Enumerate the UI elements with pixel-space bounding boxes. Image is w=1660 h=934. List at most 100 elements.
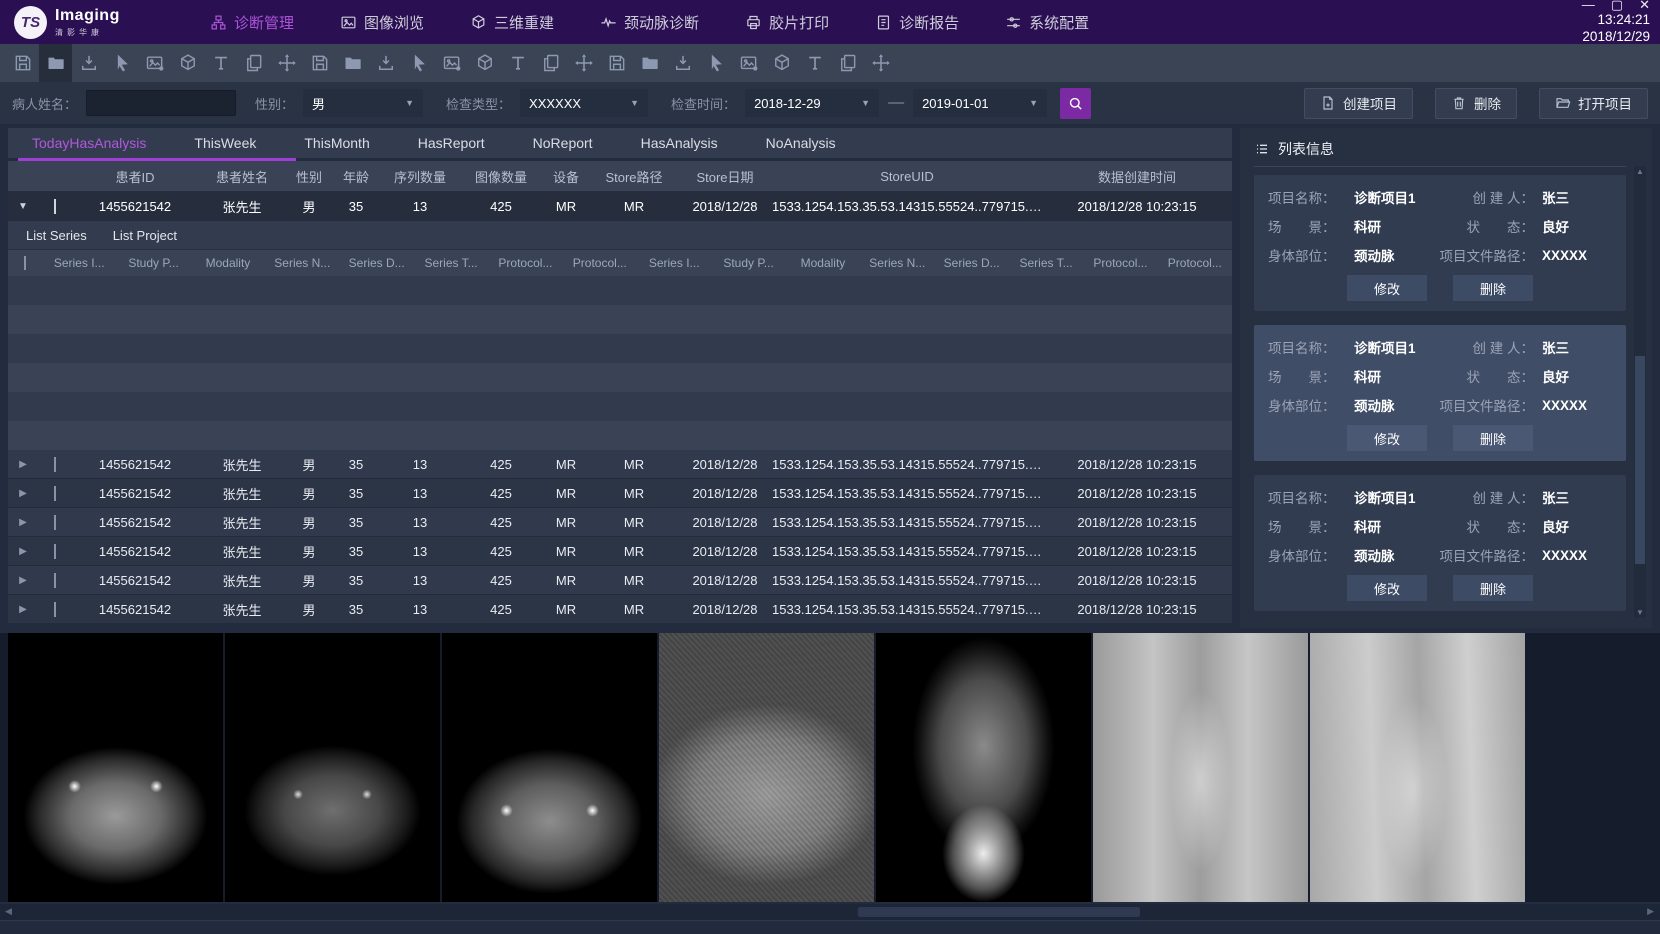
search-button[interactable]: [1060, 88, 1091, 119]
gender-select[interactable]: 男 ▼: [303, 89, 423, 117]
panel-scrollbar[interactable]: ▲ ▼: [1634, 166, 1646, 618]
cube-3d-icon[interactable]: [765, 44, 798, 82]
cursor-icon[interactable]: [699, 44, 732, 82]
mri-thumbnail[interactable]: [876, 633, 1091, 902]
expand-arrow-icon[interactable]: ▶: [8, 459, 38, 470]
project-card[interactable]: 项目名称： 诊断项目1 创 建 人： 张三 场 景： 科研 状 态： 良好 身体…: [1254, 475, 1626, 611]
delete-button[interactable]: 删除: [1453, 425, 1533, 451]
tab-no-analysis[interactable]: NoAnalysis: [742, 135, 860, 151]
menu-item-diagnosis-report[interactable]: 诊断报告: [875, 12, 959, 33]
row-checkbox[interactable]: [54, 515, 56, 530]
move-icon[interactable]: [567, 44, 600, 82]
cube-3d-icon[interactable]: [468, 44, 501, 82]
project-card[interactable]: 项目名称： 诊断项目1 创 建 人： 张三 场 景： 科研 状 态： 良好 身体…: [1254, 325, 1626, 461]
row-checkbox[interactable]: [54, 199, 56, 214]
delete-button[interactable]: 删除: [1453, 575, 1533, 601]
scroll-right-icon[interactable]: ▶: [1647, 906, 1654, 917]
cursor-icon[interactable]: [402, 44, 435, 82]
expand-arrow-icon[interactable]: ▶: [8, 517, 38, 528]
tab-no-report[interactable]: NoReport: [509, 135, 617, 151]
mri-thumbnail[interactable]: [442, 633, 657, 902]
copy-doc-icon[interactable]: [534, 44, 567, 82]
save-icon[interactable]: [303, 44, 336, 82]
menu-item-carotid-diagnosis[interactable]: 颈动脉诊断: [600, 12, 699, 33]
maximize-button[interactable]: ▢: [1611, 0, 1623, 11]
scroll-left-icon[interactable]: ◀: [5, 906, 12, 917]
menu-item-system-config[interactable]: 系统配置: [1005, 12, 1089, 33]
import-icon[interactable]: [666, 44, 699, 82]
horizontal-scrollbar[interactable]: ◀ ▶: [0, 904, 1660, 920]
table-row[interactable]: ▶ 1455621542 张先生 男 35 13 425 MR MR 2018/…: [8, 450, 1232, 479]
image-annotate-icon[interactable]: [435, 44, 468, 82]
tab-today-has-analysis[interactable]: TodayHasAnalysis: [8, 135, 170, 151]
save-icon[interactable]: [600, 44, 633, 82]
table-row[interactable]: ▶ 1455621542 张先生 男 35 13 425 MR MR 2018/…: [8, 566, 1232, 595]
scroll-down-icon[interactable]: ▼: [1634, 608, 1646, 617]
scroll-up-icon[interactable]: ▲: [1634, 167, 1646, 176]
study-row-expanded[interactable]: ▼ 1455621542 张先生 男 35 13 425 MR MR 2018/…: [8, 191, 1232, 221]
date-from-select[interactable]: 2018-12-29 ▼: [745, 89, 879, 117]
exam-type-select[interactable]: XXXXXX ▼: [520, 89, 648, 117]
menu-item-film-print[interactable]: 胶片打印: [745, 12, 829, 33]
delete-button[interactable]: 删除: [1435, 88, 1517, 119]
collapse-arrow-icon[interactable]: ▼: [8, 201, 38, 212]
copy-doc-icon[interactable]: [831, 44, 864, 82]
mri-thumbnail[interactable]: [659, 633, 874, 902]
move-icon[interactable]: [270, 44, 303, 82]
select-all-checkbox[interactable]: [24, 256, 26, 270]
modify-button[interactable]: 修改: [1347, 575, 1427, 601]
create-project-button[interactable]: 创建项目: [1304, 88, 1413, 119]
tab-has-analysis[interactable]: HasAnalysis: [617, 135, 742, 151]
mri-thumbnail[interactable]: [1310, 633, 1525, 902]
open-folder-icon[interactable]: [336, 44, 369, 82]
text-icon[interactable]: [204, 44, 237, 82]
delete-button[interactable]: 删除: [1453, 275, 1533, 301]
image-annotate-icon[interactable]: [732, 44, 765, 82]
tab-this-month[interactable]: ThisMonth: [280, 135, 393, 151]
tab-has-report[interactable]: HasReport: [394, 135, 509, 151]
import-icon[interactable]: [369, 44, 402, 82]
minimize-button[interactable]: —: [1582, 0, 1595, 11]
mri-thumbnail[interactable]: [225, 633, 440, 902]
row-checkbox[interactable]: [54, 544, 56, 559]
subtab-list-project[interactable]: List Project: [113, 228, 177, 243]
open-project-button[interactable]: 打开项目: [1539, 88, 1648, 119]
row-checkbox[interactable]: [54, 573, 56, 588]
table-row[interactable]: ▶ 1455621542 张先生 男 35 13 425 MR MR 2018/…: [8, 479, 1232, 508]
save-icon[interactable]: [6, 44, 39, 82]
move-icon[interactable]: [864, 44, 897, 82]
row-checkbox[interactable]: [54, 486, 56, 501]
modify-button[interactable]: 修改: [1347, 425, 1427, 451]
cube-3d-icon[interactable]: [171, 44, 204, 82]
menu-item-image-browse[interactable]: 图像浏览: [340, 12, 424, 33]
modify-button[interactable]: 修改: [1347, 275, 1427, 301]
row-checkbox[interactable]: [54, 602, 56, 617]
table-row[interactable]: ▶ 1455621542 张先生 男 35 13 425 MR MR 2018/…: [8, 508, 1232, 537]
text-icon[interactable]: [798, 44, 831, 82]
tab-this-week[interactable]: ThisWeek: [170, 135, 280, 151]
mri-thumbnail[interactable]: [1093, 633, 1308, 902]
expand-arrow-icon[interactable]: ▶: [8, 488, 38, 499]
expand-arrow-icon[interactable]: ▶: [8, 575, 38, 586]
expand-arrow-icon[interactable]: ▶: [8, 604, 38, 615]
scrollbar-thumb[interactable]: [1635, 356, 1645, 564]
table-row[interactable]: ▶ 1455621542 张先生 男 35 13 425 MR MR 2018/…: [8, 537, 1232, 566]
import-icon[interactable]: [72, 44, 105, 82]
date-to-select[interactable]: 2019-01-01 ▼: [913, 89, 1047, 117]
text-icon[interactable]: [501, 44, 534, 82]
table-row[interactable]: ▶ 1455621542 张先生 男 35 13 425 MR MR 2018/…: [8, 595, 1232, 624]
project-card[interactable]: 项目名称： 诊断项目1 创 建 人： 张三 场 景： 科研 状 态： 良好 身体…: [1254, 175, 1626, 311]
expand-arrow-icon[interactable]: ▶: [8, 546, 38, 557]
cursor-icon[interactable]: [105, 44, 138, 82]
open-folder-icon[interactable]: [633, 44, 666, 82]
image-annotate-icon[interactable]: [138, 44, 171, 82]
close-button[interactable]: ✕: [1639, 0, 1650, 11]
menu-item-diagnosis-management[interactable]: 诊断管理: [210, 12, 294, 33]
row-checkbox[interactable]: [54, 457, 56, 472]
scrollbar-thumb[interactable]: [858, 907, 1140, 917]
patient-name-input[interactable]: [86, 90, 236, 116]
open-folder-icon[interactable]: [39, 44, 72, 82]
mri-thumbnail[interactable]: [8, 633, 223, 902]
subtab-list-series[interactable]: List Series: [26, 228, 87, 243]
menu-item-3d-reconstruction[interactable]: 三维重建: [470, 12, 554, 33]
